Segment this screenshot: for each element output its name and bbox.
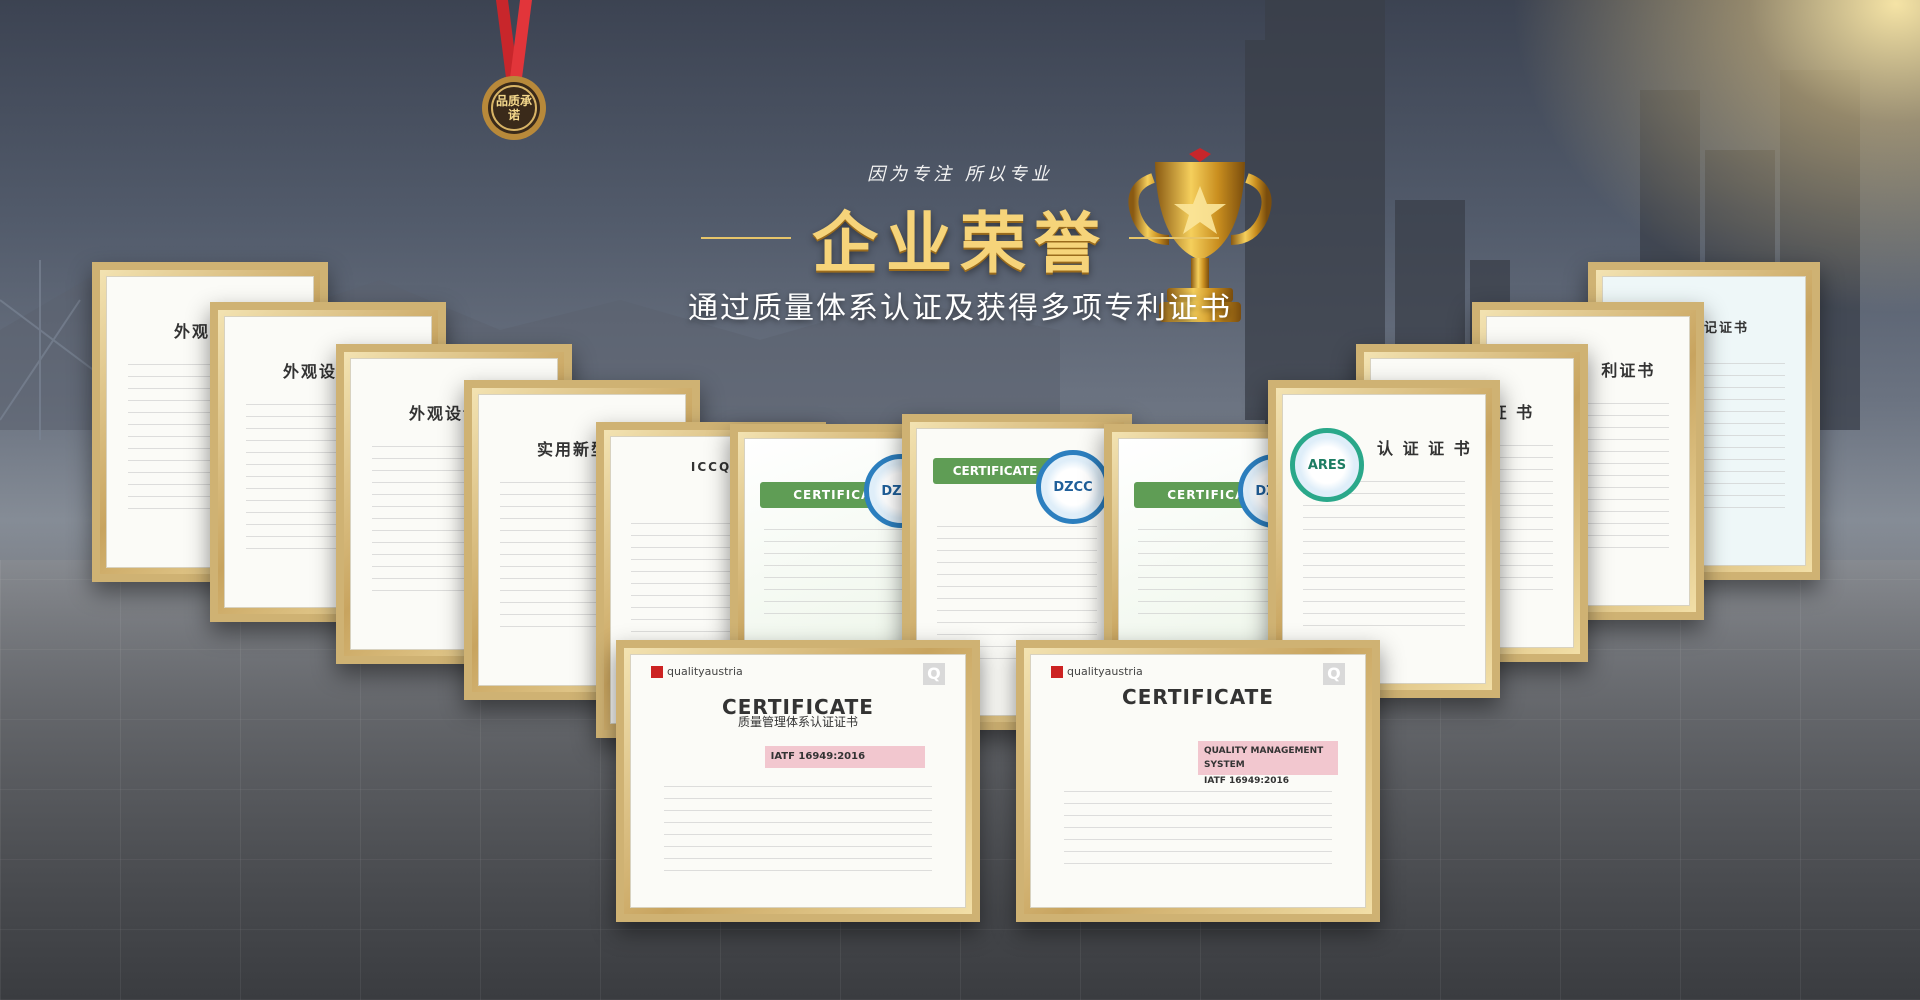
certificate-text-lines (664, 786, 932, 872)
standard-band: IATF 16949:2016 (764, 745, 925, 768)
q-mark-icon: Q (922, 662, 945, 685)
certificate-title: CERTIFICATE (1122, 685, 1274, 710)
q-mark-icon: Q (1322, 662, 1345, 685)
headline-right-rule (1129, 237, 1220, 239)
qualityaustria-logo: qualityaustria (651, 665, 743, 679)
quality-medal-icon (482, 0, 546, 140)
page-title: 企业荣誉 (812, 205, 1108, 282)
certificate-subtitle: 质量管理体系认证证书 (737, 714, 858, 729)
certificate-text-lines (764, 528, 918, 615)
front-certificate-frame: qualityaustria Q CERTIFICATE QUALITY MAN… (1016, 640, 1380, 922)
certificate-text-lines (1303, 481, 1465, 632)
certificate-paper: qualityaustria Q CERTIFICATE QUALITY MAN… (1030, 654, 1366, 908)
qualityaustria-logo: qualityaustria (1051, 665, 1143, 679)
ares-seal-icon: ARES (1290, 428, 1364, 502)
standard-band: QUALITY MANAGEMENT SYSTEM IATF 16949:201… (1198, 740, 1339, 786)
headline-left-rule (700, 237, 791, 239)
certificate-text-lines (1064, 791, 1332, 872)
certificate-paper: qualityaustria Q CERTIFICATE 质量管理体系认证证书 … (630, 654, 966, 908)
dzcc-seal-icon: DZCC (1036, 450, 1110, 524)
certificate-title: 认 证 证 书 (1377, 439, 1472, 459)
slogan-text: 因为专注 所以专业 (867, 164, 1053, 185)
medal-label: 品质承诺 (495, 94, 532, 122)
front-certificate-frame: qualityaustria Q CERTIFICATE 质量管理体系认证证书 … (616, 640, 980, 922)
